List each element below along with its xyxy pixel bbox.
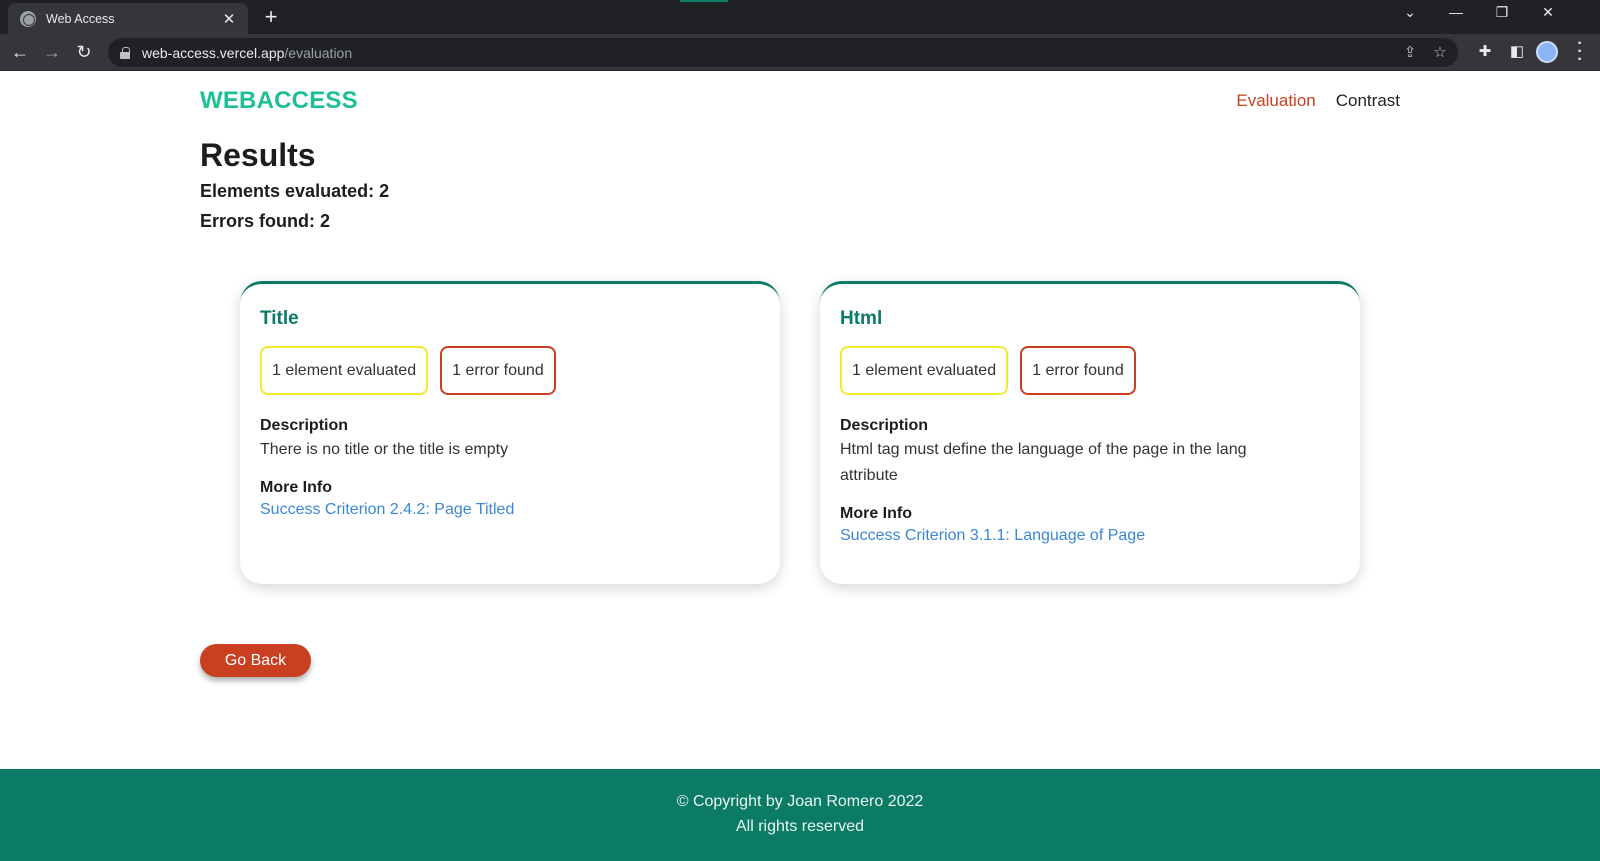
browser-tab-bar: Web Access ✕ + ⌄ — ❐ ✕ [0,0,1600,34]
profile-avatar[interactable] [1536,41,1558,63]
elements-evaluated-count: Elements evaluated: 2 [200,181,390,201]
description-text: Html tag must define the language of the… [840,441,1247,484]
errors-found-count: Errors found: 2 [200,211,331,231]
elements-evaluated-badge: 1 element evaluated [260,346,429,395]
success-criterion-link[interactable]: Success Criterion 3.1.1: Language of Pag… [840,527,1340,545]
tab-search-chevron-icon[interactable]: ⌄ [1398,4,1422,21]
success-criterion-link[interactable]: Success Criterion 2.4.2: Page Titled [260,501,760,519]
globe-icon [20,10,36,27]
errors-found-badge: 1 error found [440,346,556,395]
url-host: web-access.vercel.app [142,44,285,61]
footer-rights: All rights reserved [735,818,865,835]
site-logo[interactable]: WEBACCESS [200,87,358,115]
go-back-button[interactable]: Go Back [200,644,311,677]
browser-tab[interactable]: Web Access ✕ [8,3,248,34]
description-label: Description [260,417,349,434]
new-tab-icon[interactable]: + [258,4,284,30]
card-title: Html [840,308,883,329]
forward-arrow-icon[interactable]: → [38,39,66,65]
tab-title: Web Access [46,11,115,26]
browser-menu-icon[interactable]: · · · [1572,36,1588,68]
back-arrow-icon[interactable]: ← [6,39,34,65]
side-panel-icon[interactable]: ◧ [1506,42,1528,60]
tab-strip-indicator [680,0,728,2]
more-info-label: More Info [840,505,912,522]
share-icon[interactable]: ⇪ [1400,43,1420,61]
extensions-puzzle-icon[interactable]: ✚ [1474,42,1496,60]
footer-copyright: © Copyright by Joan Romero 2022 [676,793,924,810]
bookmark-star-icon[interactable]: ☆ [1430,43,1450,61]
reload-icon[interactable]: ↻ [70,39,98,65]
browser-toolbar: ← → ↻ web-access.vercel.app/evaluation ⇪… [0,34,1600,71]
nav-evaluation-link[interactable]: Evaluation [1236,91,1315,111]
page-title: Results [200,137,316,173]
minimize-icon[interactable]: — [1444,4,1468,20]
url-path: /evaluation [284,44,353,61]
nav-contrast-link[interactable]: Contrast [1336,91,1400,111]
main-nav: Evaluation Contrast [1236,91,1400,111]
footer: © Copyright by Joan Romero 2022 All righ… [0,769,1600,861]
card-title: Title [260,308,299,329]
elements-evaluated-badge: 1 element evaluated [840,346,1009,395]
restore-icon[interactable]: ❐ [1490,4,1514,21]
address-bar[interactable]: web-access.vercel.app/evaluation ⇪ ☆ [108,38,1458,67]
description-text: There is no title or the title is empty [260,441,509,458]
more-info-label: More Info [260,479,332,496]
lock-icon [120,46,130,59]
description-label: Description [840,417,929,434]
result-card-title: Title 1 element evaluated 1 error found … [240,281,780,584]
window-close-icon[interactable]: ✕ [1536,4,1560,21]
tab-close-icon[interactable]: ✕ [220,10,238,28]
result-card-html: Html 1 element evaluated 1 error found D… [820,281,1360,584]
errors-found-badge: 1 error found [1020,346,1136,395]
card-badges: 1 element evaluated 1 error found [260,346,760,395]
page: WEBACCESS Evaluation Contrast Results El… [0,71,1600,861]
card-badges: 1 element evaluated 1 error found [840,346,1340,395]
